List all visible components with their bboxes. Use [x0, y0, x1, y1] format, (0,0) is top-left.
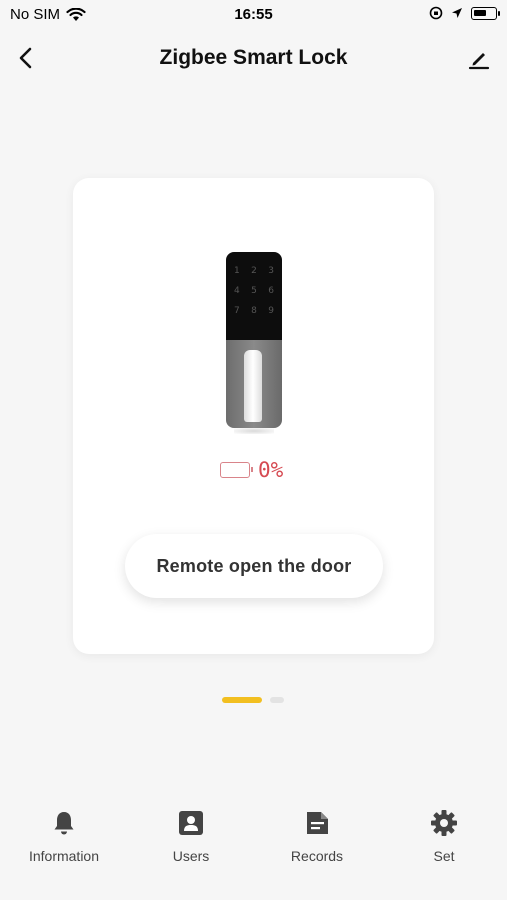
keypad-key: 2 [251, 266, 257, 276]
status-bar: No SIM 16:55 [0, 0, 507, 30]
tab-information[interactable]: Information [9, 808, 119, 864]
tab-label: Set [433, 848, 455, 864]
nav-bar: Zigbee Smart Lock [0, 36, 507, 80]
tab-label: Information [28, 848, 100, 864]
lock-handle-panel [226, 340, 282, 428]
keypad-key: 1 [234, 266, 240, 276]
keypad-row: 7 8 9 [234, 306, 274, 326]
remote-open-door-button[interactable]: Remote open the door [125, 534, 383, 598]
keypad-key: 5 [251, 286, 257, 296]
gear-icon [431, 810, 457, 836]
lock-shadow [234, 428, 274, 434]
lock-keypad-panel: 1 2 3 4 5 6 7 8 9 [226, 252, 282, 340]
user-icon [179, 811, 203, 835]
keypad-key: 4 [234, 286, 240, 296]
pencil-icon [468, 53, 490, 70]
page-dot-inactive[interactable] [270, 697, 284, 703]
keypad-key: 6 [268, 286, 274, 296]
tab-label: Records [290, 848, 344, 864]
tab-users[interactable]: Users [136, 808, 246, 864]
bell-icon [54, 812, 74, 835]
device-card: 1 2 3 4 5 6 7 8 9 0% Remote open the doo… [73, 178, 434, 654]
battery-percentage: 0% [258, 458, 284, 482]
keypad-key: 9 [268, 306, 274, 316]
tab-records[interactable]: Records [262, 808, 372, 864]
tab-set[interactable]: Set [389, 808, 499, 864]
bottom-tab-bar: Information Users Records Set [0, 800, 507, 900]
tab-label: Users [172, 848, 210, 864]
location-icon [452, 8, 462, 18]
battery-empty-icon [220, 462, 253, 478]
keypad-key: 7 [234, 306, 240, 316]
page-dot-active[interactable] [222, 697, 262, 703]
keypad-row: 1 2 3 [234, 266, 274, 286]
status-right [429, 6, 500, 20]
lock-handle [244, 350, 262, 422]
keypad-key: 8 [251, 306, 257, 316]
document-icon [307, 812, 328, 834]
page-indicator [222, 697, 284, 703]
orientation-lock-icon [429, 6, 443, 20]
battery-status: 0% [220, 458, 283, 482]
lock-illustration: 1 2 3 4 5 6 7 8 9 [226, 252, 282, 434]
battery-icon [471, 6, 500, 20]
edit-button[interactable] [465, 44, 493, 72]
page-title: Zigbee Smart Lock [159, 46, 348, 69]
keypad-row: 4 5 6 [234, 286, 274, 306]
keypad-key: 3 [268, 266, 274, 276]
keypad: 1 2 3 4 5 6 7 8 9 [234, 266, 274, 326]
